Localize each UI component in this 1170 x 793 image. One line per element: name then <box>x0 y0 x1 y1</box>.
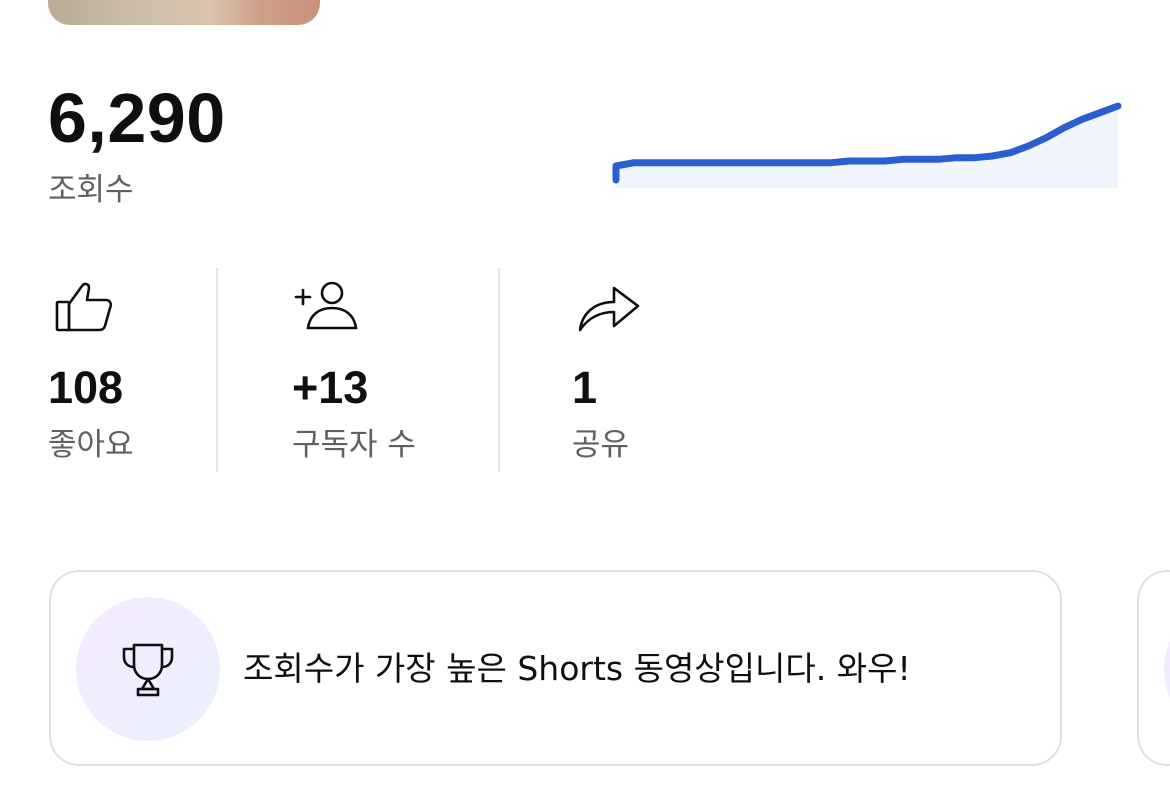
share-arrow-icon <box>576 280 642 338</box>
shares-label: 공유 <box>572 427 630 463</box>
stat-divider <box>216 268 218 472</box>
subscribers-label: 구독자 수 <box>292 427 416 463</box>
stat-divider <box>498 268 500 472</box>
likes-label: 좋아요 <box>48 427 134 463</box>
views-count: 6,290 <box>48 79 226 157</box>
thumbs-up-icon <box>54 280 114 338</box>
shorts-analytics-page: 6,290 조회수 108 좋아요 +13 구독자 수 1 공유 조회수가 가장… <box>0 0 1170 793</box>
add-subscriber-icon <box>294 280 360 336</box>
trophy-icon <box>122 643 174 697</box>
next-card-badge <box>1164 597 1170 741</box>
video-thumbnail[interactable] <box>48 0 320 25</box>
sparkline-area <box>616 106 1118 188</box>
trophy-badge <box>76 597 220 741</box>
subscribers-count: +13 <box>292 362 369 413</box>
likes-count: 108 <box>48 362 124 413</box>
next-card-peek[interactable] <box>1137 570 1170 766</box>
highlight-message: 조회수가 가장 높은 Shorts 동영상입니다. 와우! <box>243 649 911 688</box>
views-label: 조회수 <box>48 172 134 208</box>
highlight-card[interactable]: 조회수가 가장 높은 Shorts 동영상입니다. 와우! <box>49 570 1062 766</box>
shares-count: 1 <box>572 362 598 413</box>
views-sparkline <box>612 102 1122 188</box>
